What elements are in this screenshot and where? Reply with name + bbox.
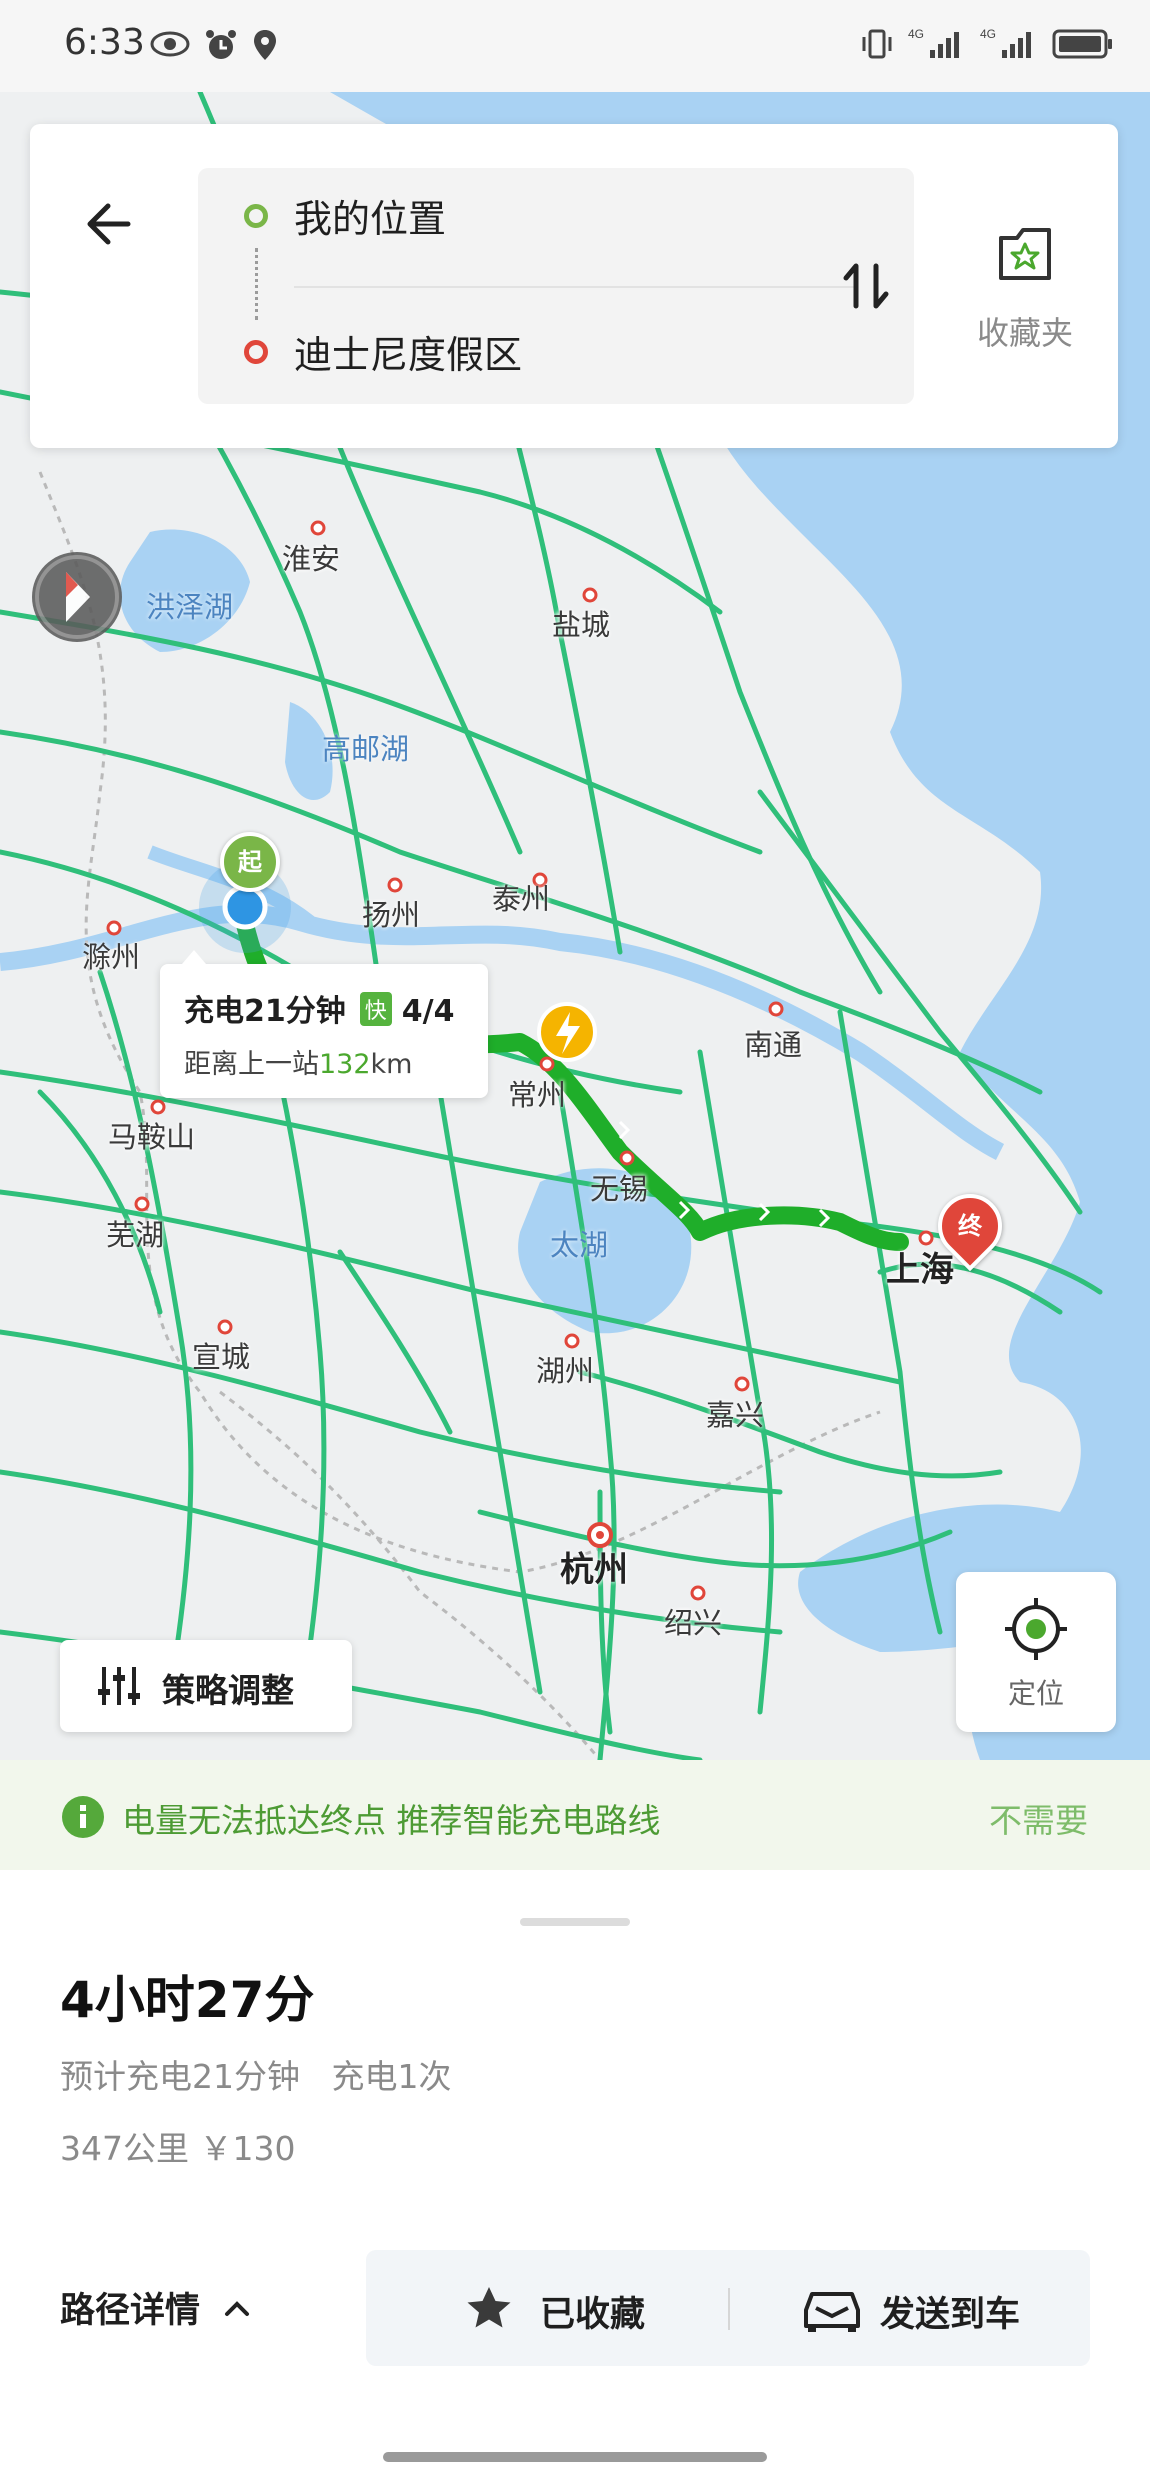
label-taihu: 太湖 xyxy=(550,1228,609,1262)
route-details-label: 路径详情 xyxy=(60,2291,201,2331)
label-shanghai: 上海 xyxy=(886,1250,954,1290)
fast-charge-badge: 快 xyxy=(359,992,392,1026)
label-chuzhou: 滁州 xyxy=(82,940,141,974)
label-wuxi: 无锡 xyxy=(590,1172,649,1206)
locate-label: 定位 xyxy=(1007,1677,1064,1710)
status-time: 6:33 xyxy=(64,22,145,63)
start-pin: 起 xyxy=(220,832,280,892)
charging-stop-progress: 4/4 xyxy=(401,994,455,1029)
back-button[interactable] xyxy=(70,184,150,264)
charging-callout-distance: 距离上一站132km xyxy=(184,1042,412,1081)
strategy-adjust-button[interactable]: 策略调整 xyxy=(60,1640,352,1732)
crosshair-icon xyxy=(1005,1598,1067,1660)
destination-dot xyxy=(244,340,268,364)
eye-icon xyxy=(150,31,190,57)
distance-value: 132 xyxy=(319,1049,371,1080)
my-location-dot xyxy=(222,884,268,930)
label-changzhou: 常州 xyxy=(508,1078,567,1112)
label-taizhou: 泰州 xyxy=(492,882,551,916)
home-indicator[interactable] xyxy=(383,2452,767,2462)
status-icons-left xyxy=(150,28,278,62)
charging-stop-callout[interactable]: 充电21分钟快 4/4 距离上一站132km xyxy=(160,950,488,1098)
label-hangzhou: 杭州 xyxy=(560,1550,628,1590)
label-wuhu: 芜湖 xyxy=(106,1218,165,1252)
destination-field[interactable]: 迪士尼度假区 xyxy=(198,318,798,398)
distance-unit: km xyxy=(370,1049,413,1080)
car-icon xyxy=(804,2292,860,2332)
actions-divider xyxy=(728,2288,730,2330)
route-actions: 已收藏 发送到车 xyxy=(366,2250,1090,2366)
dismiss-charging-route-button[interactable]: 不需要 xyxy=(989,1794,1088,1842)
signal-4g-icon: 4G xyxy=(908,27,959,58)
send-to-car-button[interactable]: 发送到车 xyxy=(802,2282,1020,2336)
favorited-label: 已收藏 xyxy=(540,2295,646,2335)
origin-dot xyxy=(244,204,268,228)
label-gaoyou: 高邮湖 xyxy=(322,732,410,766)
label-nantong: 南通 xyxy=(744,1028,803,1062)
charging-duration: 充电21分钟 xyxy=(184,994,346,1029)
info-icon xyxy=(62,1796,104,1838)
status-bar: 6:33 4G 4G xyxy=(0,0,1150,92)
vibrate-icon xyxy=(862,29,892,59)
route-details-button[interactable]: 路径详情 xyxy=(60,2282,252,2333)
svg-text:4G: 4G xyxy=(980,27,996,41)
strategy-adjust-label: 策略调整 xyxy=(162,1671,294,1710)
label-xuancheng: 宣城 xyxy=(192,1340,251,1374)
favorited-button[interactable]: 已收藏 xyxy=(462,2282,645,2336)
sliders-icon xyxy=(98,1667,140,1705)
status-icons-right: 4G 4G xyxy=(860,26,1114,62)
label-huaian: 淮安 xyxy=(282,542,341,576)
battery-icon xyxy=(1052,29,1112,59)
swap-icon xyxy=(843,263,889,309)
arrow-left-icon xyxy=(87,203,131,245)
battery-warning-message: 电量无法抵达终点 推荐智能充电路线 xyxy=(122,1801,661,1840)
swap-button[interactable] xyxy=(838,254,894,318)
charging-summary: 预计充电21分钟 充电1次 xyxy=(60,2057,452,2096)
label-yancheng: 盐城 xyxy=(552,608,611,642)
compass-button[interactable] xyxy=(32,552,122,642)
folder-star-icon xyxy=(999,228,1051,280)
location-pin-icon xyxy=(254,30,276,60)
origin-field[interactable]: 我的位置 xyxy=(198,174,798,254)
compass-icon xyxy=(35,555,119,639)
battery-warning-bar: 电量无法抵达终点 推荐智能充电路线 不需要 xyxy=(0,1760,1150,1870)
destination-text: 迪士尼度假区 xyxy=(294,333,523,377)
route-connector xyxy=(255,248,258,320)
label-hongze: 洪泽湖 xyxy=(146,590,234,624)
svg-text:4G: 4G xyxy=(908,27,924,41)
charging-callout-title-row: 充电21分钟快 4/4 xyxy=(184,986,454,1030)
route-input-box: 我的位置 迪士尼度假区 xyxy=(198,168,914,404)
label-shaoxing: 绍兴 xyxy=(664,1606,723,1640)
charging-station-marker xyxy=(537,1002,597,1062)
route-search-card: 我的位置 迪士尼度假区 收藏夹 xyxy=(30,124,1118,448)
label-huzhou: 湖州 xyxy=(536,1354,595,1388)
label-yangzhou: 扬州 xyxy=(362,898,421,932)
label-maanshan: 马鞍山 xyxy=(108,1120,196,1154)
favorites-label: 收藏夹 xyxy=(976,314,1073,352)
sheet-drag-handle[interactable] xyxy=(520,1918,630,1926)
alarm-icon xyxy=(206,30,236,59)
distance-prefix: 距离上一站 xyxy=(184,1049,319,1080)
start-pin-label: 起 xyxy=(238,848,262,876)
send-to-car-label: 发送到车 xyxy=(880,2295,1021,2335)
star-icon xyxy=(467,2287,511,2328)
route-duration: 4小时27分 xyxy=(60,1971,315,2029)
signal-4g-icon-2: 4G xyxy=(980,27,1031,58)
chevron-up-icon xyxy=(225,2301,250,2316)
locate-button[interactable]: 定位 xyxy=(956,1572,1116,1732)
origin-text: 我的位置 xyxy=(294,197,447,241)
route-divider xyxy=(294,286,854,288)
label-jiaxing: 嘉兴 xyxy=(706,1398,765,1432)
favorites-folder-button[interactable]: 收藏夹 xyxy=(950,224,1100,354)
distance-cost-summary: 347公里 ￥130 xyxy=(60,2129,296,2168)
route-summary-sheet: 4小时27分 预计充电21分钟 充电1次 347公里 ￥130 路径详情 已收藏… xyxy=(0,1870,1150,2482)
